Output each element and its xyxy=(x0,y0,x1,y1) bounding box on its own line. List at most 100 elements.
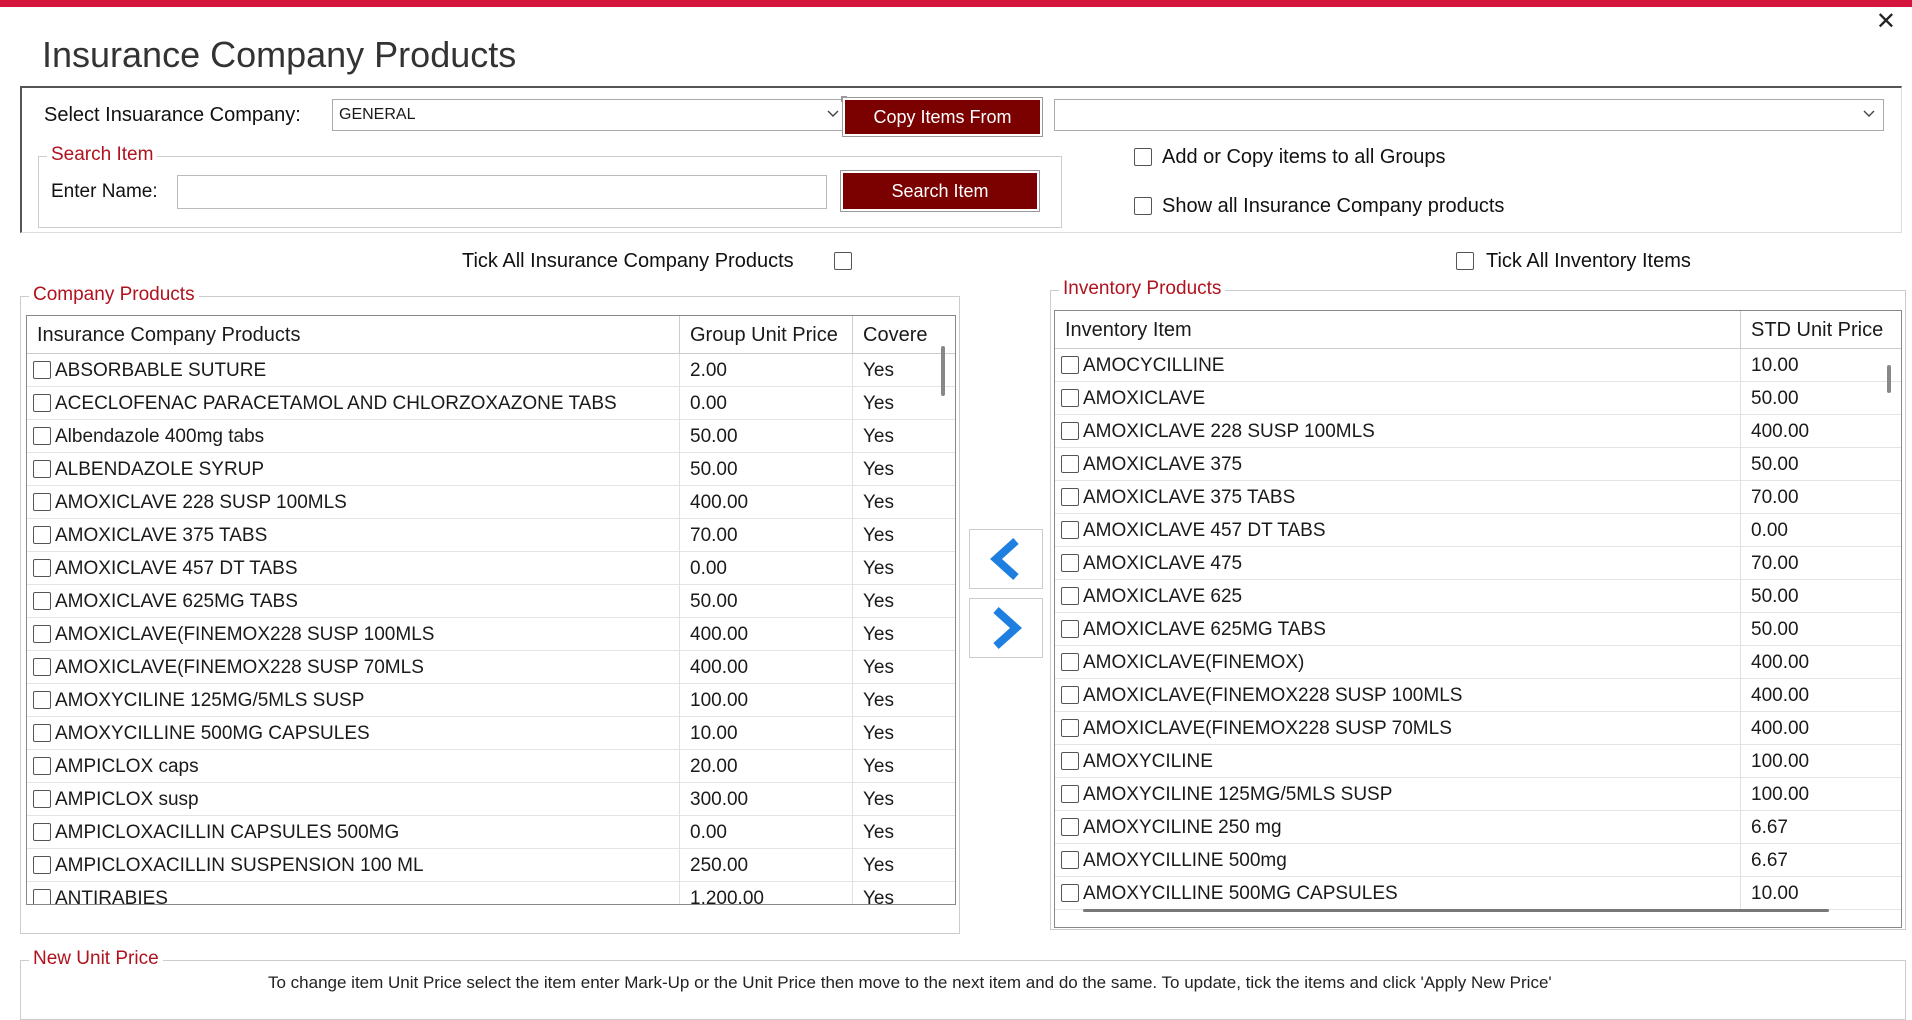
table-row[interactable]: ALBENDAZOLE SYRUP 50.00 Yes xyxy=(27,453,955,486)
table-row[interactable]: AMOXYCILLINE 500MG CAPSULES 10.00 xyxy=(1055,877,1901,910)
inventory-item-cell: AMOXICLAVE 457 DT TABS xyxy=(1055,514,1741,547)
inventory-grid-header: Inventory Item STD Unit Price xyxy=(1055,311,1901,349)
table-row[interactable]: AMOXICLAVE(FINEMOX228 SUSP 100MLS 400.00 xyxy=(1055,679,1901,712)
company-select[interactable]: GENERAL xyxy=(332,99,848,131)
column-header-group-unit-price[interactable]: Group Unit Price xyxy=(680,316,853,354)
table-row[interactable]: AMOXICLAVE 625MG TABS 50.00 Yes xyxy=(27,585,955,618)
group-unit-price-cell: 2.00 xyxy=(680,354,853,387)
inventory-item-cell: AMOXYCILLINE 500mg xyxy=(1055,844,1741,877)
product-name-cell: ABSORBABLE SUTURE xyxy=(27,354,680,387)
move-left-button[interactable] xyxy=(969,529,1043,589)
group-unit-price-cell: 400.00 xyxy=(680,618,853,651)
table-row[interactable]: AMOXYCILINE 100.00 xyxy=(1055,745,1901,778)
inventory-item-cell: AMOXICLAVE 375 xyxy=(1055,448,1741,481)
group-unit-price-cell: 250.00 xyxy=(680,849,853,882)
product-name-cell: AMOXICLAVE 228 SUSP 100MLS xyxy=(27,486,680,519)
table-row[interactable]: AMOXICLAVE 625MG TABS 50.00 xyxy=(1055,613,1901,646)
table-row[interactable]: AMOXICLAVE(FINEMOX228 SUSP 100MLS 400.00 Y… xyxy=(27,618,955,651)
table-row[interactable]: AMOXYCILINE 250 mg 6.67 xyxy=(1055,811,1901,844)
std-unit-price-cell: 10.00 xyxy=(1751,883,1799,904)
covered-cell: Yes xyxy=(863,525,894,546)
table-row[interactable]: AMPICLOXACILLIN SUSPENSION 100 ML 250.00 Y… xyxy=(27,849,955,882)
inventory-item-cell: AMOXICLAVE xyxy=(1055,382,1741,415)
std-unit-price-cell: 400.00 xyxy=(1751,421,1810,442)
covered-cell: Yes xyxy=(863,624,894,645)
tick-all-company-checkbox[interactable] xyxy=(834,252,852,270)
product-name-cell: ACECLOFENAC PARACETAMOL AND CHLORZOXAZON… xyxy=(27,387,680,420)
std-unit-price-cell: 400.00 xyxy=(1751,718,1810,739)
table-row[interactable]: AMOXYCILINE 125MG/5MLS SUSP 100.00 Yes xyxy=(27,684,955,717)
table-row[interactable]: AMOXICLAVE(FINEMOX) 400.00 xyxy=(1055,646,1901,679)
table-row[interactable]: AMOXICLAVE 375 TABS 70.00 Yes xyxy=(27,519,955,552)
arrow-left-icon xyxy=(990,538,1019,580)
group-unit-price-cell: 0.00 xyxy=(680,816,853,849)
table-row[interactable]: AMOXICLAVE 228 SUSP 100MLS 400.00 Yes xyxy=(27,486,955,519)
inventory-item-cell: AMOXICLAVE(FINEMOX) xyxy=(1055,646,1741,679)
table-row[interactable]: AMOCYCILLINE 10.00 xyxy=(1055,349,1901,382)
show-all-products-checkbox[interactable] xyxy=(1134,197,1152,215)
window-top-accent-bar xyxy=(0,0,1912,7)
table-row[interactable]: AMOXICLAVE 375 50.00 xyxy=(1055,448,1901,481)
inventory-products-grid: Inventory Item STD Unit Price AMOCYCILLI… xyxy=(1054,310,1902,928)
enter-name-label: Enter Name: xyxy=(51,181,158,202)
table-row[interactable]: AMOXYCILINE 125MG/5MLS SUSP 100.00 xyxy=(1055,778,1901,811)
table-row[interactable]: Albendazole 400mg tabs 50.00 Yes xyxy=(27,420,955,453)
group-unit-price-cell: 50.00 xyxy=(680,453,853,486)
item-name-input[interactable] xyxy=(177,175,827,209)
product-name-cell: Albendazole 400mg tabs xyxy=(27,420,680,453)
covered-cell: Yes xyxy=(863,459,894,480)
copy-items-from-button[interactable]: Copy Items From xyxy=(842,97,1043,137)
table-row[interactable]: ABSORBABLE SUTURE 2.00 Yes xyxy=(27,354,955,387)
std-unit-price-cell: 400.00 xyxy=(1751,652,1810,673)
std-unit-price-cell: 100.00 xyxy=(1751,751,1810,772)
company-grid-vscroll-thumb[interactable] xyxy=(941,346,945,396)
tick-all-inventory-checkbox[interactable] xyxy=(1456,252,1474,270)
group-unit-price-cell: 0.00 xyxy=(680,387,853,420)
product-name-cell: AMPICLOX caps xyxy=(27,750,680,783)
product-name-cell: ALBENDAZOLE SYRUP xyxy=(27,453,680,486)
group-unit-price-cell: 100.00 xyxy=(680,684,853,717)
tick-all-inventory-label: Tick All Inventory Items xyxy=(1486,250,1691,272)
inventory-products-legend: Inventory Products xyxy=(1059,278,1226,300)
table-row[interactable]: AMPICLOX caps 20.00 Yes xyxy=(27,750,955,783)
std-unit-price-cell: 50.00 xyxy=(1751,454,1799,475)
inventory-grid-hscroll-thumb[interactable] xyxy=(1083,909,1829,912)
copy-from-select[interactable] xyxy=(1054,99,1884,131)
table-row[interactable]: AMPICLOXACILLIN CAPSULES 500MG 0.00 Yes xyxy=(27,816,955,849)
table-row[interactable]: AMOXICLAVE 228 SUSP 100MLS 400.00 xyxy=(1055,415,1901,448)
table-row[interactable]: AMOXICLAVE 457 DT TABS 0.00 xyxy=(1055,514,1901,547)
table-row[interactable]: ACECLOFENAC PARACETAMOL AND CHLORZOXAZON… xyxy=(27,387,955,420)
inventory-item-cell: AMOXICLAVE 625 xyxy=(1055,580,1741,613)
column-header-product[interactable]: Insurance Company Products xyxy=(27,316,680,354)
company-products-grid: Insurance Company Products Group Unit Pr… xyxy=(26,315,956,905)
covered-cell: Yes xyxy=(863,822,894,843)
std-unit-price-cell: 0.00 xyxy=(1751,520,1788,541)
table-row[interactable]: AMOXICLAVE 475 70.00 xyxy=(1055,547,1901,580)
table-row[interactable]: AMOXICLAVE(FINEMOX228 SUSP 70MLS 400.00 Ye… xyxy=(27,651,955,684)
company-grid-header: Insurance Company Products Group Unit Pr… xyxy=(27,316,955,354)
std-unit-price-cell: 6.67 xyxy=(1751,850,1788,871)
table-row[interactable]: AMPICLOX susp 300.00 Yes xyxy=(27,783,955,816)
product-name-cell: AMOXICLAVE 625MG TABS xyxy=(27,585,680,618)
table-row[interactable]: AMOXICLAVE 457 DT TABS 0.00 Yes xyxy=(27,552,955,585)
chevron-down-icon xyxy=(827,110,839,117)
product-name-cell: AMOXYCILLINE 500MG CAPSULES xyxy=(27,717,680,750)
inventory-grid-vscroll-thumb[interactable] xyxy=(1887,365,1891,393)
table-row[interactable]: AMOXICLAVE 50.00 xyxy=(1055,382,1901,415)
product-name-cell: AMOXYCILINE 125MG/5MLS SUSP xyxy=(27,684,680,717)
add-copy-all-groups-checkbox[interactable] xyxy=(1134,148,1152,166)
table-row[interactable]: AMOXYCILLINE 500MG CAPSULES 10.00 Yes xyxy=(27,717,955,750)
move-right-button[interactable] xyxy=(969,598,1043,658)
table-row[interactable]: ANTIRABIES 1,200.00 Yes xyxy=(27,882,955,904)
add-copy-all-groups-label: Add or Copy items to all Groups xyxy=(1162,146,1446,168)
table-row[interactable]: AMOXYCILLINE 500mg 6.67 xyxy=(1055,844,1901,877)
product-name-cell: AMPICLOXACILLIN SUSPENSION 100 ML xyxy=(27,849,680,882)
close-icon[interactable]: ✕ xyxy=(1876,10,1896,34)
table-row[interactable]: AMOXICLAVE 625 50.00 xyxy=(1055,580,1901,613)
column-header-std-unit-price[interactable]: STD Unit Price xyxy=(1741,311,1901,349)
search-item-button[interactable]: Search Item xyxy=(840,170,1040,212)
table-row[interactable]: AMOXICLAVE 375 TABS 70.00 xyxy=(1055,481,1901,514)
table-row[interactable]: AMOXICLAVE(FINEMOX228 SUSP 70MLS 400.00 xyxy=(1055,712,1901,745)
column-header-inventory-item[interactable]: Inventory Item xyxy=(1055,311,1741,349)
std-unit-price-cell: 400.00 xyxy=(1751,685,1810,706)
